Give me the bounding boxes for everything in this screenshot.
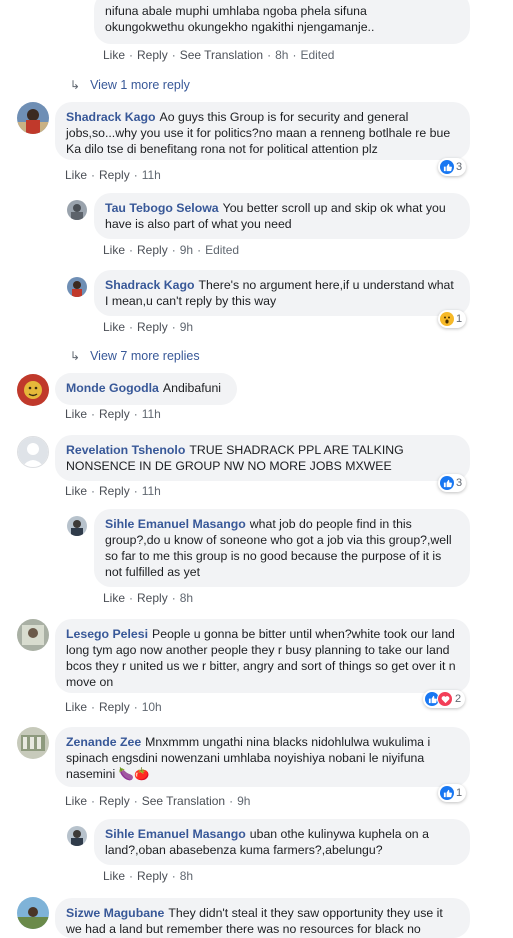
comment-bubble: Shadrack Kago There's no argument here,if… [94, 270, 470, 316]
reply-link[interactable]: Reply [137, 48, 168, 62]
edited-label[interactable]: Edited [205, 243, 239, 257]
reaction-count: 3 [456, 477, 463, 489]
avatar[interactable] [17, 897, 49, 929]
comment-bubble: Lesego Pelesi People u gonna be bitter un… [55, 619, 470, 693]
comment-actions: Like · Reply · See Translation · 8h · Edited [103, 48, 335, 62]
see-translation-link[interactable]: See Translation [180, 48, 263, 62]
view-more-replies-label: View 7 more replies [90, 349, 200, 363]
timestamp[interactable]: 11h [142, 407, 161, 421]
comment-actions: Like · Reply · 11h [65, 407, 161, 421]
reaction-summary[interactable]: 3 [438, 158, 467, 176]
comment-author[interactable]: Shadrack Kago [66, 110, 156, 124]
avatar[interactable] [17, 727, 49, 759]
avatar[interactable] [17, 619, 49, 651]
like-link[interactable]: Like [103, 320, 125, 334]
avatar[interactable] [17, 436, 49, 468]
edited-label[interactable]: Edited [300, 48, 334, 62]
view-more-replies-link[interactable]: ↳ View 1 more reply [70, 78, 190, 92]
timestamp[interactable]: 11h [142, 168, 161, 182]
wow-reaction-icon [440, 312, 454, 326]
timestamp[interactable]: 8h [275, 48, 288, 62]
like-reaction-icon [440, 476, 454, 490]
reaction-count: 3 [456, 161, 463, 173]
reaction-count: 1 [456, 787, 463, 799]
avatar[interactable] [67, 200, 87, 220]
timestamp[interactable]: 8h [180, 591, 193, 605]
timestamp[interactable]: 11h [142, 484, 161, 498]
timestamp[interactable]: 8h [180, 869, 193, 883]
reply-link[interactable]: Reply [99, 168, 130, 182]
avatar[interactable] [67, 277, 87, 297]
comment-author[interactable]: Lesego Pelesi [66, 627, 148, 641]
comment-author[interactable]: Zenande Zee [66, 735, 141, 749]
timestamp[interactable]: 9h [180, 243, 193, 257]
comment-bubble: Sihle Emanuel Masango what job do people … [94, 509, 470, 587]
reply-link[interactable]: Reply [99, 794, 130, 808]
reply-arrow-icon: ↳ [70, 349, 81, 363]
comment-bubble: Sizwe Magubane They didn't steal it they … [55, 898, 470, 938]
comment-author[interactable]: Sihle Emanuel Masango [105, 517, 246, 531]
reply-link[interactable]: Reply [99, 484, 130, 498]
avatar[interactable] [67, 516, 87, 536]
like-reaction-icon [440, 160, 454, 174]
avatar[interactable] [17, 102, 49, 134]
like-link[interactable]: Like [65, 484, 87, 498]
timestamp[interactable]: 9h [180, 320, 193, 334]
comment-author[interactable]: Revelation Tshenolo [66, 443, 185, 457]
view-more-replies-link[interactable]: ↳ View 7 more replies [70, 349, 200, 363]
comment-bubble: Sihle Emanuel Masango uban othe kulinywa … [94, 819, 470, 865]
reaction-summary[interactable]: 1 [438, 310, 467, 328]
comment-actions: Like · Reply · See Translation · 9h [65, 794, 251, 808]
comment-actions: Like · Reply · 11h [65, 484, 161, 498]
like-link[interactable]: Like [65, 700, 87, 714]
comment-text: okungokwethu okungekho ngakithi njengama… [105, 20, 375, 34]
like-link[interactable]: Like [103, 869, 125, 883]
reaction-summary[interactable]: 3 [438, 474, 467, 492]
like-link[interactable]: Like [65, 794, 87, 808]
comment-author[interactable]: Sizwe Magubane [66, 906, 164, 920]
see-translation-link[interactable]: See Translation [142, 794, 225, 808]
timestamp[interactable]: 9h [237, 794, 250, 808]
like-link[interactable]: Like [103, 591, 125, 605]
comment-author[interactable]: Sihle Emanuel Masango [105, 827, 246, 841]
comment-bubble: Revelation Tshenolo TRUE SHADRACK PPL ARE… [55, 435, 470, 481]
comment-bubble: Shadrack Kago Ao guys this Group is for s… [55, 102, 470, 160]
comment-actions: Like · Reply · 8h [103, 591, 194, 605]
like-reaction-icon [440, 786, 454, 800]
comment-bubble: Tau Tebogo Selowa You better scroll up an… [94, 193, 470, 239]
reply-link[interactable]: Reply [137, 591, 168, 605]
comment-author[interactable]: Monde Gogodla [66, 381, 159, 395]
comment-actions: Like · Reply · 8h [103, 869, 194, 883]
avatar[interactable] [17, 374, 49, 406]
reply-link[interactable]: Reply [137, 243, 168, 257]
comment-bubble: Zenande Zee Mnxmmm ungathi nina blacks ni… [55, 727, 470, 787]
reply-arrow-icon: ↳ [70, 78, 81, 92]
comment-text: Andibafuni [162, 381, 222, 395]
comment-bubble: nifuna abale muphi umhlaba ngoba phela s… [94, 0, 470, 44]
comment-author[interactable]: Shadrack Kago [105, 278, 195, 292]
reply-link[interactable]: Reply [99, 700, 130, 714]
like-link[interactable]: Like [103, 243, 125, 257]
like-link[interactable]: Like [65, 168, 87, 182]
reaction-summary[interactable]: 2 [423, 690, 466, 708]
avatar[interactable] [67, 826, 87, 846]
timestamp[interactable]: 10h [142, 700, 162, 714]
comment-actions: Like · Reply · 9h [103, 320, 194, 334]
reply-link[interactable]: Reply [137, 320, 168, 334]
comment-bubble: Monde Gogodla Andibafuni [55, 373, 237, 405]
reaction-count: 2 [455, 693, 462, 705]
comment-author[interactable]: Tau Tebogo Selowa [105, 201, 219, 215]
like-link[interactable]: Like [103, 48, 125, 62]
comment-actions: Like · Reply · 9h · Edited [103, 243, 240, 257]
view-more-replies-label: View 1 more reply [90, 78, 190, 92]
reply-link[interactable]: Reply [137, 869, 168, 883]
comment-actions: Like · Reply · 10h [65, 700, 162, 714]
like-link[interactable]: Like [65, 407, 87, 421]
comment-actions: Like · Reply · 11h [65, 168, 161, 182]
reaction-count: 1 [456, 313, 463, 325]
love-reaction-icon [437, 691, 453, 707]
reply-link[interactable]: Reply [99, 407, 130, 421]
comment-text: nifuna abale muphi umhlaba ngoba phela s… [105, 4, 367, 18]
reaction-summary[interactable]: 1 [438, 784, 467, 802]
